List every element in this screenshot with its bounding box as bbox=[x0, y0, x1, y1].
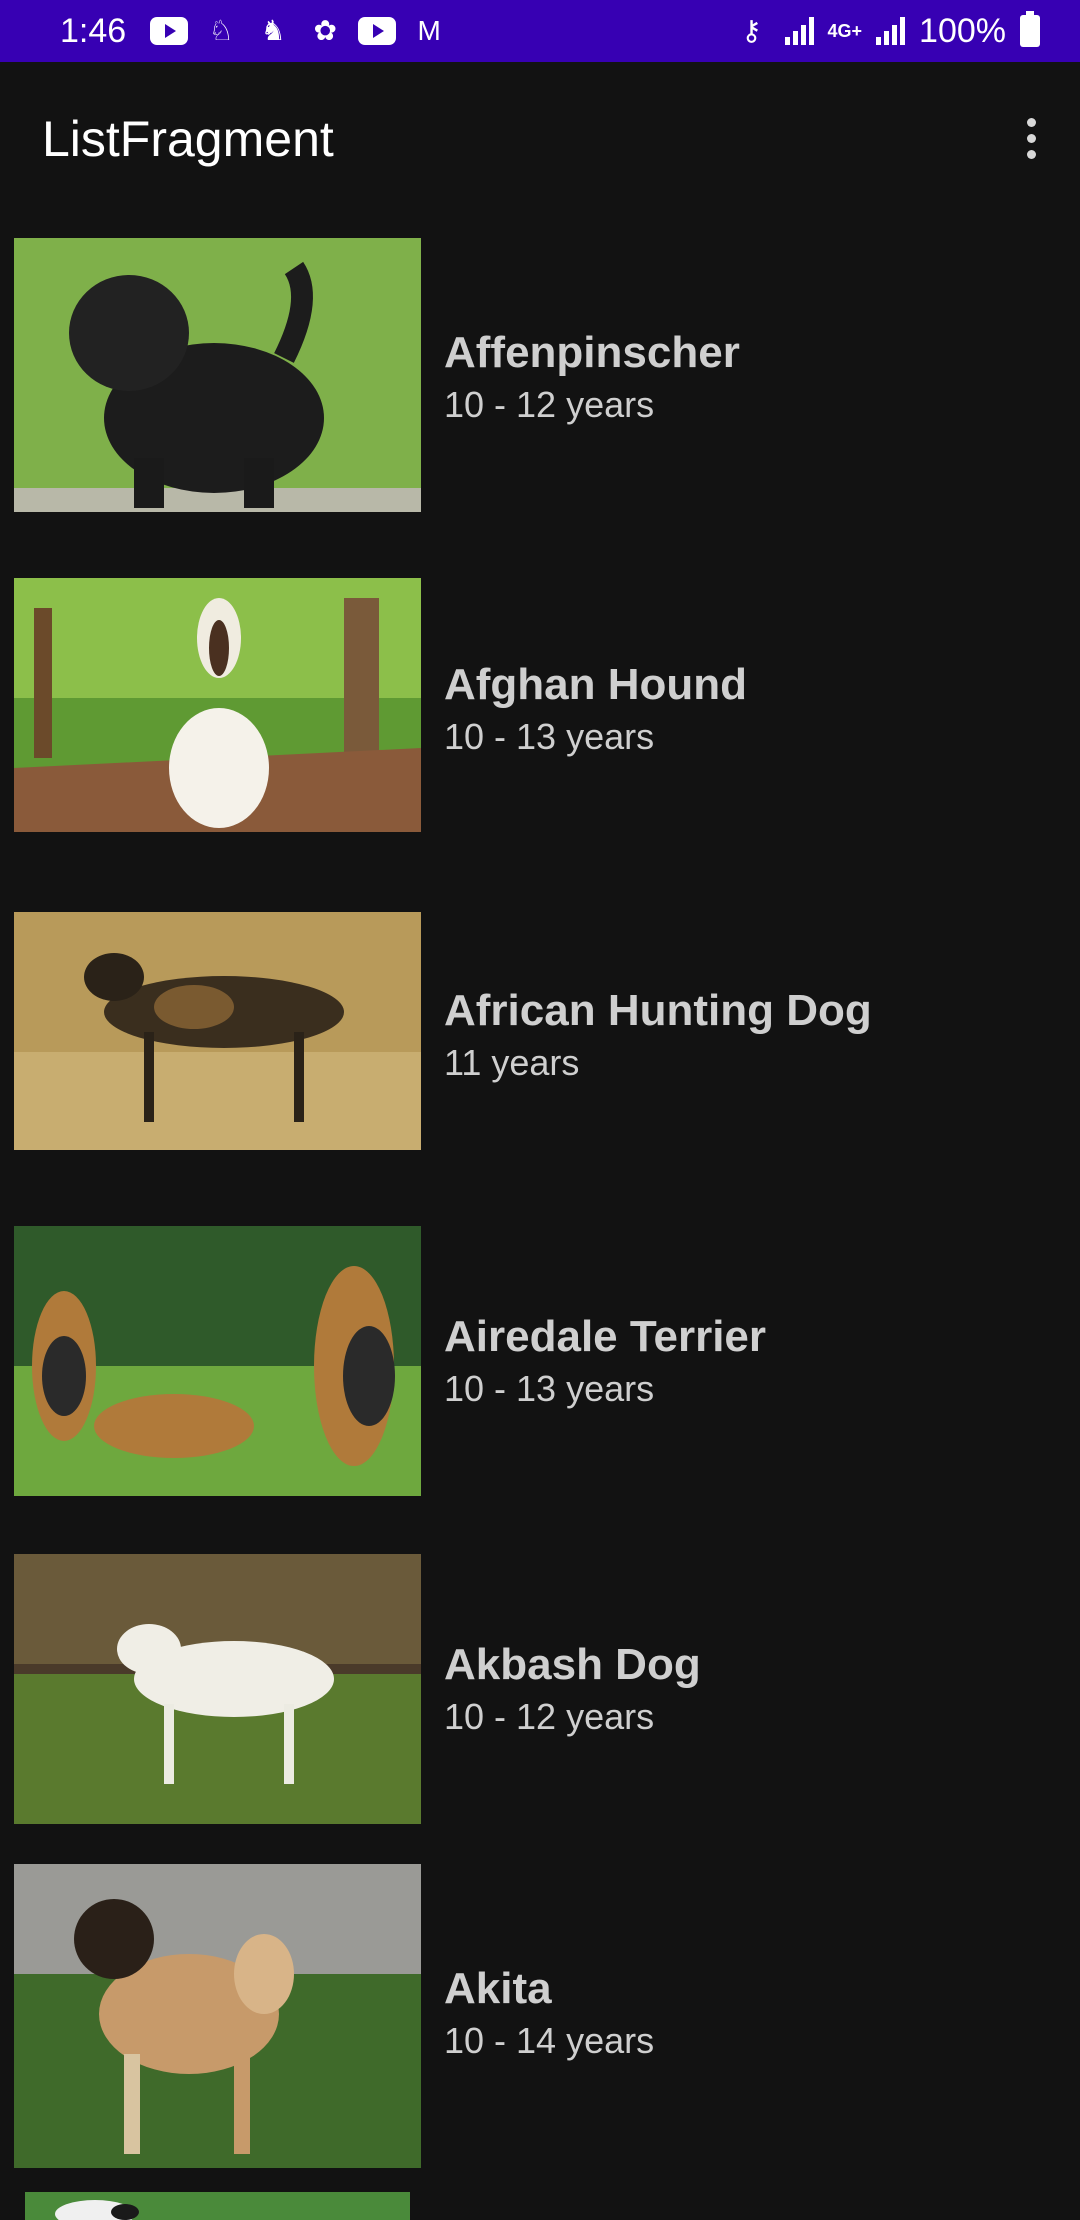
list-item[interactable]: Affenpinscher 10 - 12 years bbox=[0, 238, 1080, 518]
vpn-key-icon: ⚷ bbox=[741, 15, 762, 46]
status-right: ⚷ 4G+ 100% bbox=[733, 11, 1040, 51]
status-left: 1:46 ♘ ♞ ✿ M bbox=[60, 12, 448, 51]
akita-image bbox=[14, 1864, 421, 2168]
breed-name: Airedale Terrier bbox=[444, 1312, 767, 1361]
mail-notification-icon: M bbox=[417, 15, 441, 46]
dog-notification-icon: ♞ bbox=[260, 15, 286, 46]
akbash-dog-image bbox=[14, 1554, 421, 1824]
battery-icon bbox=[1020, 11, 1040, 47]
youtube-notification-icon bbox=[358, 17, 397, 45]
signal-icon-2 bbox=[876, 17, 906, 45]
breed-name: Afghan Hound bbox=[444, 660, 748, 709]
breed-name: Akita bbox=[444, 1964, 552, 2013]
breed-life-span: 10 - 14 years bbox=[444, 2020, 655, 2061]
breed-name: Affenpinscher bbox=[444, 328, 740, 377]
list-item[interactable]: Airedale Terrier 10 - 13 years bbox=[0, 1226, 1080, 1502]
afghan-hound-image bbox=[14, 578, 421, 832]
list-item[interactable]: Afghan Hound 10 - 13 years bbox=[0, 578, 1080, 838]
youtube-notification-icon bbox=[150, 17, 189, 45]
battery-percent: 100% bbox=[919, 11, 1006, 50]
status-bar: 1:46 ♘ ♞ ✿ M ⚷ 4G+ 100% bbox=[0, 0, 1080, 62]
airedale-terrier-image bbox=[14, 1226, 421, 1496]
news-notification-icon: ✿ bbox=[313, 15, 337, 46]
list-item[interactable]: Akbash Dog 10 - 12 years bbox=[0, 1554, 1080, 1830]
breed-name: Akbash Dog bbox=[444, 1640, 701, 1689]
more-vert-icon[interactable] bbox=[1008, 108, 1054, 168]
signal-icon bbox=[784, 17, 814, 45]
network-type: 4G+ bbox=[827, 21, 863, 41]
african-hunting-dog-image bbox=[14, 912, 421, 1150]
breed-life-span: 10 - 13 years bbox=[444, 716, 655, 757]
page-title: ListFragment bbox=[42, 111, 334, 167]
app-bar: ListFragment bbox=[0, 62, 1080, 214]
breed-life-span: 10 - 12 years bbox=[444, 1696, 655, 1737]
breed-life-span: 10 - 13 years bbox=[444, 1368, 655, 1409]
breed-life-span: 11 years bbox=[444, 1042, 580, 1083]
list-item[interactable]: Akita 10 - 14 years bbox=[0, 1864, 1080, 2174]
app-notification-icon: ♘ bbox=[208, 15, 234, 46]
breed-life-span: 10 - 12 years bbox=[444, 384, 655, 425]
list-item[interactable] bbox=[0, 2192, 1080, 2220]
next-breed-image bbox=[25, 2192, 410, 2220]
status-time: 1:46 bbox=[60, 11, 127, 50]
affenpinscher-image bbox=[14, 238, 421, 512]
list-item[interactable]: African Hunting Dog 11 years bbox=[0, 912, 1080, 1156]
breed-name: African Hunting Dog bbox=[444, 986, 872, 1035]
